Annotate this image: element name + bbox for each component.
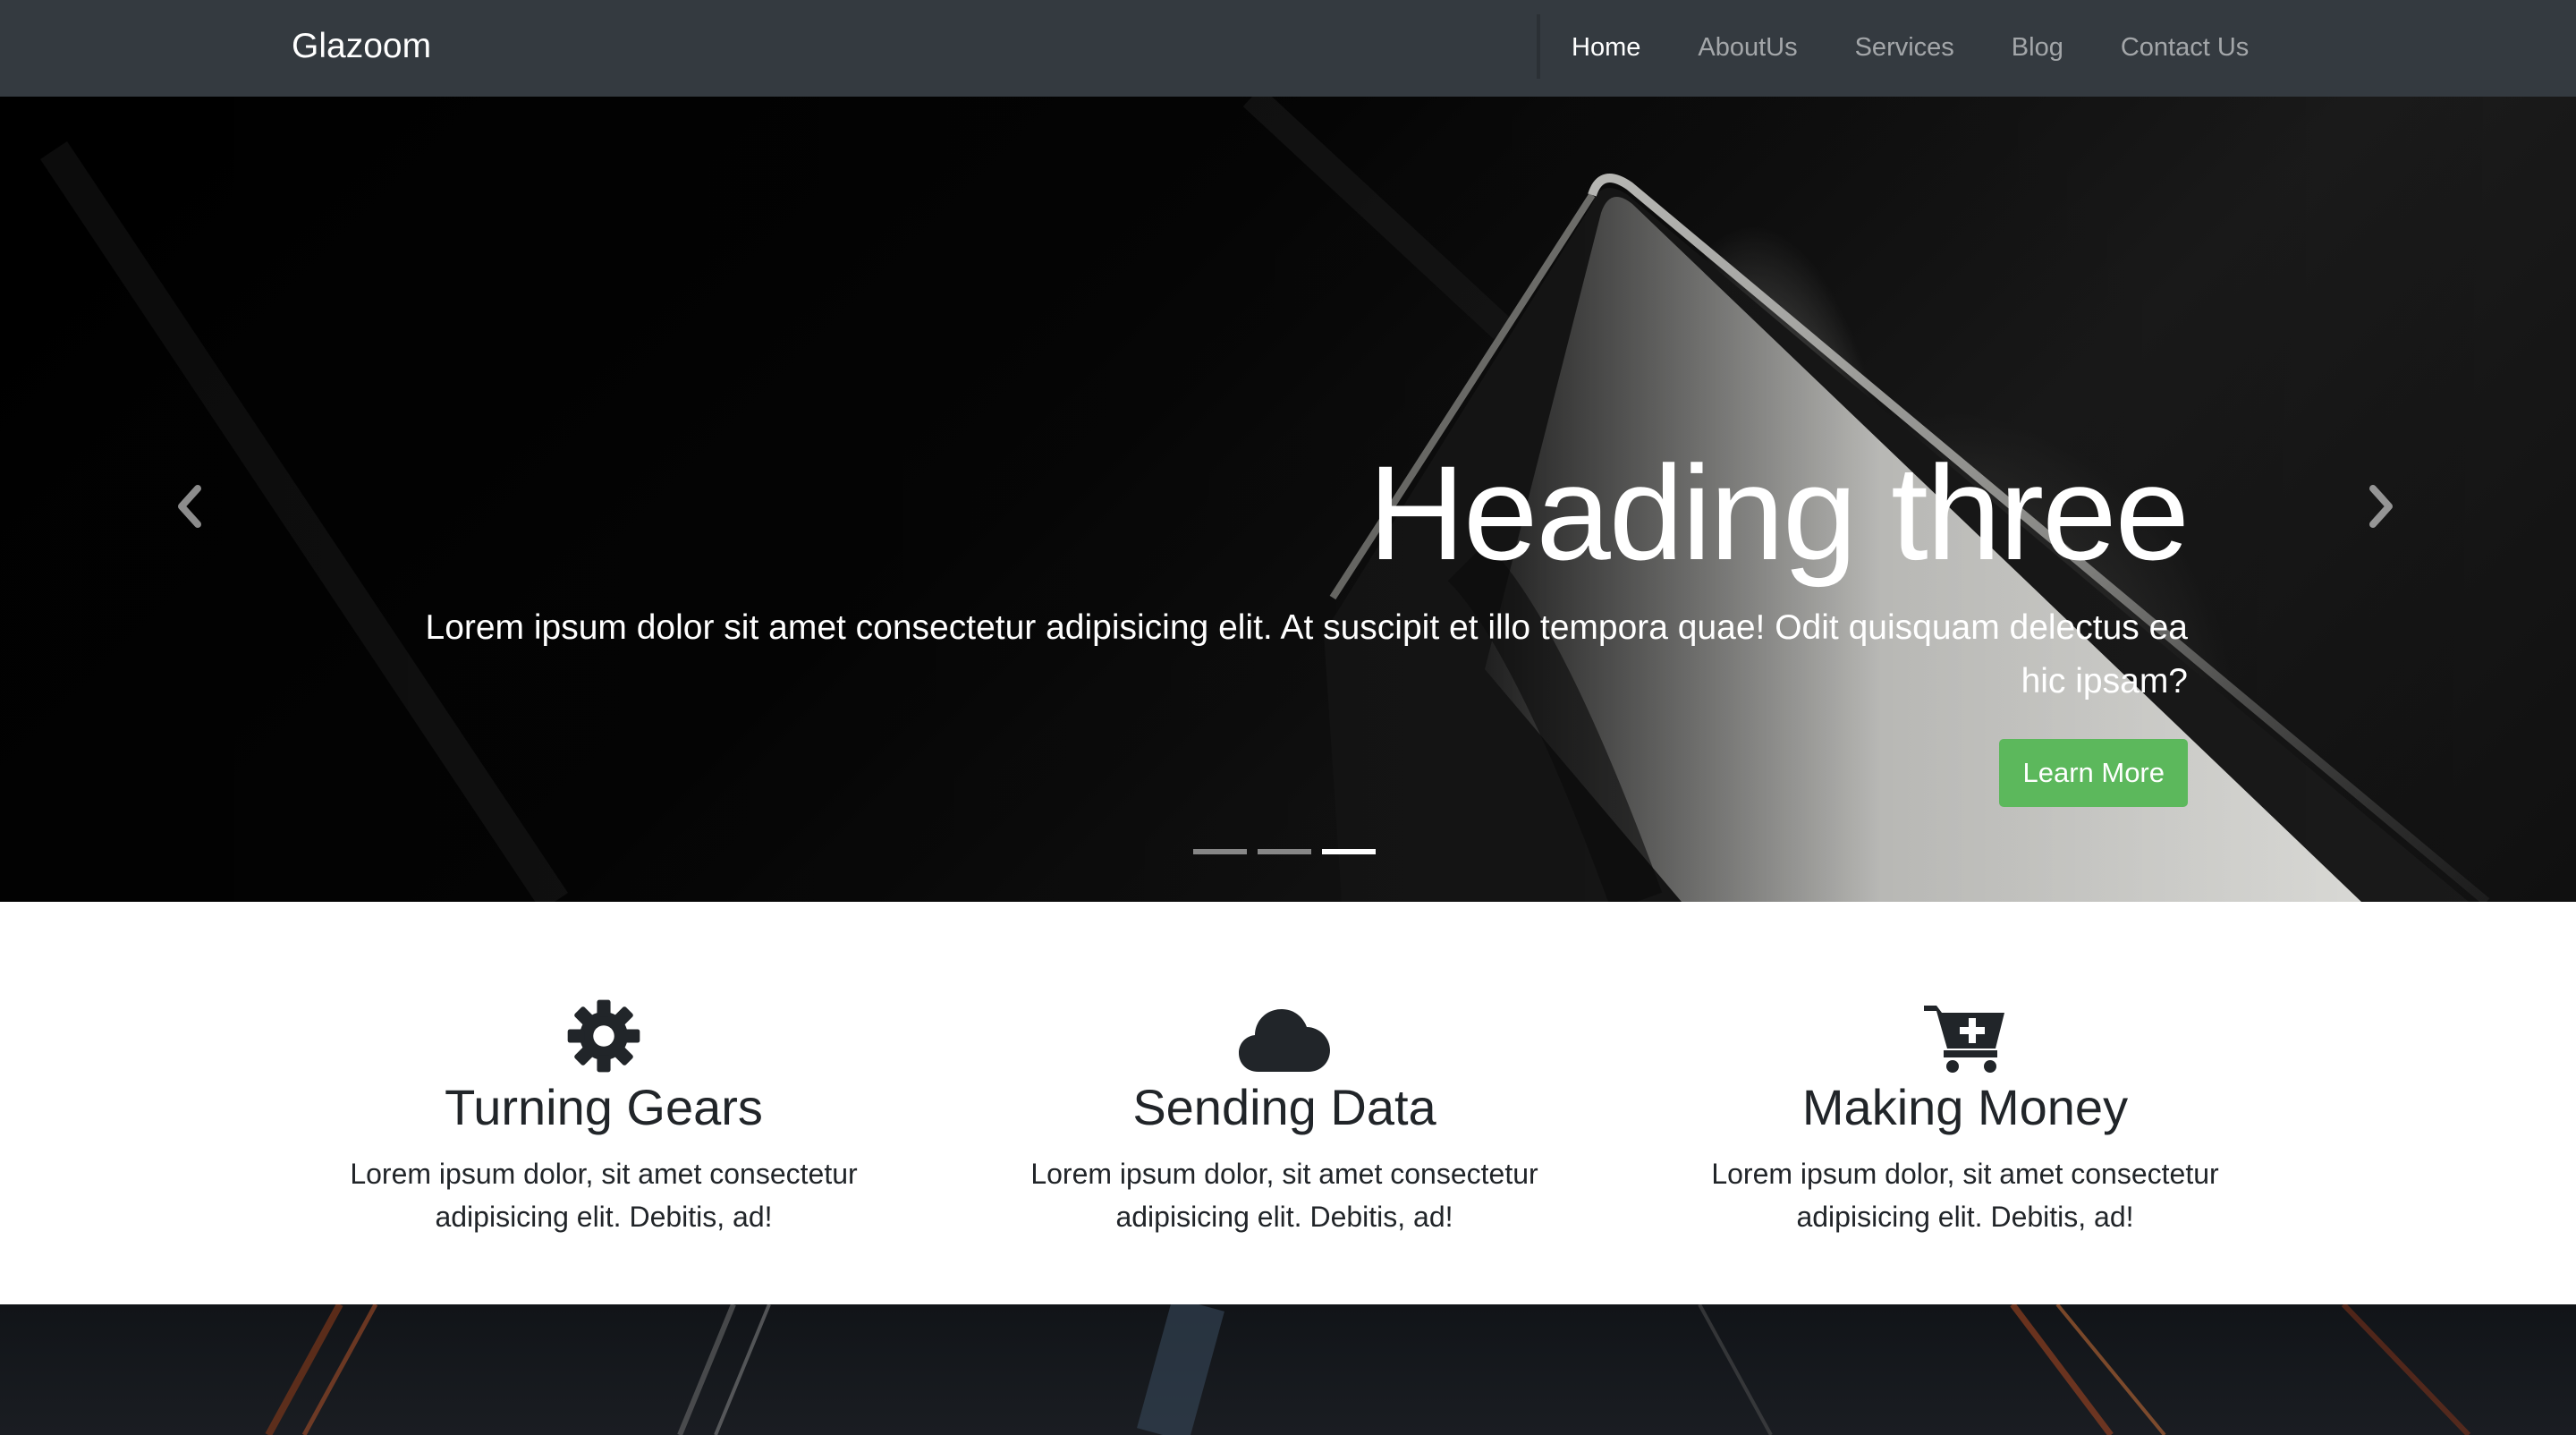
carousel-heading: Heading three: [1368, 437, 2190, 588]
carousel-indicators: [1193, 849, 1386, 854]
carousel-next-button[interactable]: [2354, 453, 2408, 560]
feature-title: Making Money: [1801, 1079, 2129, 1135]
nav-link-services[interactable]: Services: [1855, 27, 1954, 68]
feature-text: Lorem ipsum dolor, sit amet consectetur …: [350, 1158, 858, 1233]
chevron-right-icon: [2369, 485, 2393, 528]
carousel-prev-button[interactable]: [163, 453, 216, 560]
bottom-banner-image: [0, 1304, 2576, 1435]
carousel-indicator-3[interactable]: [1322, 849, 1376, 854]
carousel-indicator-2[interactable]: [1258, 849, 1311, 854]
nav-links: Home AboutUs Services Blog Contact Us: [1572, 27, 2249, 68]
nav-divider: [1537, 14, 1540, 79]
nav-link-blog[interactable]: Blog: [2012, 27, 2063, 68]
nav-link-home[interactable]: Home: [1572, 27, 1640, 68]
carousel-text: Lorem ipsum dolor sit amet consectetur a…: [425, 608, 2189, 701]
chevron-left-icon: [178, 485, 201, 528]
feature-sending-data: Sending Data Lorem ipsum dolor, sit amet…: [971, 991, 1597, 1238]
feature-turning-gears: Turning Gears Lorem ipsum dolor, sit ame…: [291, 991, 917, 1238]
cart-plus-icon: [1924, 1006, 2004, 1073]
light-trails-image: [265, 1304, 2471, 1435]
feature-text: Lorem ipsum dolor, sit amet consectetur …: [1030, 1158, 1538, 1233]
brand-logo[interactable]: Glazoom: [292, 24, 431, 69]
nav-link-contact[interactable]: Contact Us: [2121, 27, 2249, 68]
carousel-indicator-1[interactable]: [1193, 849, 1247, 854]
navbar: Glazoom Home AboutUs Services Blog Conta…: [0, 0, 2576, 97]
gear-icon: [567, 999, 640, 1073]
features-section: Turning Gears Lorem ipsum dolor, sit ame…: [0, 902, 2576, 1304]
hero-carousel: Heading three Lorem ipsum dolor sit amet…: [0, 97, 2576, 902]
carousel-caption: Heading three Lorem ipsum dolor sit amet…: [399, 437, 2190, 807]
feature-text: Lorem ipsum dolor, sit amet consectetur …: [1711, 1158, 2219, 1233]
nav-link-about[interactable]: AboutUs: [1698, 27, 1797, 68]
learn-more-button[interactable]: Learn More: [1999, 739, 2188, 807]
feature-making-money: Making Money Lorem ipsum dolor, sit amet…: [1652, 991, 2278, 1238]
cloud-icon: [1239, 1009, 1330, 1072]
feature-title: Turning Gears: [445, 1079, 763, 1135]
feature-title: Sending Data: [1132, 1079, 1436, 1135]
